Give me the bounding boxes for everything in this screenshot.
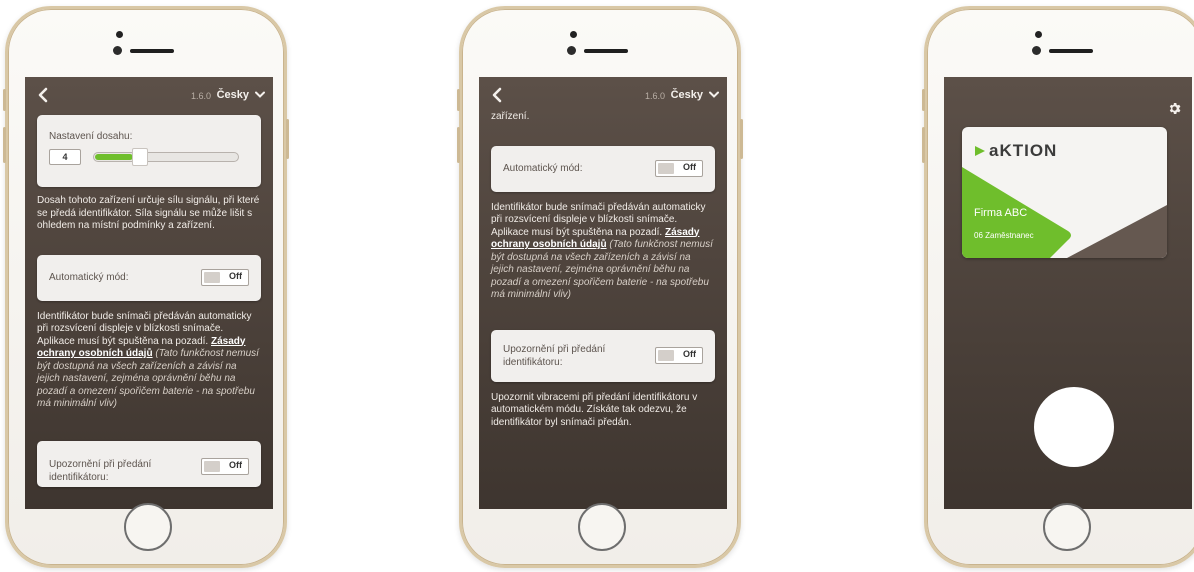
phone-frame-1: 1.6.0 Česky Nastavení dosahu: 4 Dosah to… [3, 6, 289, 568]
auto-mode-description: Identifikátor bude snímači předáván auto… [491, 202, 715, 302]
action-circle-button[interactable] [1034, 387, 1114, 467]
range-card: Nastavení dosahu: 4 [37, 115, 261, 187]
front-camera [1035, 31, 1042, 38]
app-version: 1.6.0 [190, 91, 211, 101]
notify-toggle[interactable]: Off [201, 457, 249, 475]
auto-mode-toggle[interactable]: Off [655, 160, 703, 177]
identifier-card[interactable]: aKTION Firma ABC 06 Zaměstnanec [962, 127, 1167, 258]
home-button[interactable] [578, 503, 626, 551]
notify-card: Upozornění při předání identifikátoru: O… [37, 440, 261, 487]
auto-mode-description: Identifikátor bude snímači předáván auto… [37, 311, 261, 411]
brand-play-icon [975, 146, 985, 156]
toggle-knob [658, 350, 674, 361]
earpiece-speaker [584, 49, 628, 53]
earpiece-speaker [130, 49, 174, 53]
front-camera [570, 31, 577, 38]
dropdown-chevron-icon[interactable] [255, 91, 265, 99]
top-bar: 1.6.0 Česky [25, 77, 273, 113]
range-value-box[interactable]: 4 [49, 149, 81, 165]
range-value: 4 [62, 152, 68, 162]
notify-label: Upozornění při předání identifikátoru: [503, 343, 606, 368]
range-description: Dosah tohoto zařízení určuje sílu signál… [37, 195, 260, 231]
auto-mode-label: Automatický mód: [503, 163, 583, 174]
volume-button [457, 127, 460, 163]
range-slider-handle[interactable] [132, 148, 148, 166]
power-button [286, 119, 289, 159]
back-chevron-icon[interactable] [489, 87, 505, 103]
auto-mode-toggle[interactable]: Off [201, 269, 249, 286]
earpiece-speaker [1049, 49, 1093, 53]
toggle-knob [658, 163, 674, 174]
sensor-dot [113, 46, 122, 55]
volume-button [922, 127, 925, 163]
company-name: Firma ABC [974, 207, 1028, 219]
toggle-label: Off [683, 162, 696, 172]
dropdown-chevron-icon[interactable] [709, 91, 719, 99]
settings-screen-1: 1.6.0 Česky Nastavení dosahu: 4 Dosah to… [25, 77, 273, 509]
toggle-label: Off [229, 271, 242, 281]
home-button[interactable] [1043, 503, 1091, 551]
notify-label: Upozornění při předání identifikátoru: [49, 458, 152, 483]
mute-switch [457, 89, 460, 111]
language-select[interactable]: Česky [217, 89, 249, 101]
identifier-screen: aKTION Firma ABC 06 Zaměstnanec [944, 77, 1192, 509]
notify-toggle[interactable]: Off [655, 347, 703, 364]
notify-card: Upozornění při předání identifikátoru: O… [491, 329, 715, 382]
auto-mode-card: Automatický mód: Off [37, 254, 261, 301]
sensor-dot [567, 46, 576, 55]
power-button [740, 119, 743, 159]
sensor-dot [1032, 46, 1041, 55]
phone-frame-3: aKTION Firma ABC 06 Zaměstnanec [922, 6, 1194, 568]
notify-description: Upozornit vibracemi při předání identifi… [491, 391, 698, 428]
gear-icon[interactable] [1167, 101, 1182, 116]
toggle-label: Off [683, 349, 696, 359]
mute-switch [3, 89, 6, 111]
auto-mode-label: Automatický mód: [49, 272, 129, 283]
toggle-knob [204, 272, 220, 283]
volume-button [3, 127, 6, 163]
brand-logo: aKTION [989, 141, 1058, 160]
mute-switch [922, 89, 925, 111]
top-bar: 1.6.0 Česky [479, 77, 727, 113]
app-version: 1.6.0 [644, 91, 665, 101]
language-select[interactable]: Česky [671, 89, 703, 101]
phone-frame-2: 1.6.0 Česky zařízení. Automatický mód: O… [457, 6, 743, 568]
back-chevron-icon[interactable] [35, 87, 51, 103]
employee-role: 06 Zaměstnanec [974, 231, 1034, 240]
front-camera [116, 31, 123, 38]
range-slider-fill [95, 154, 133, 160]
toggle-label: Off [229, 459, 242, 470]
home-button[interactable] [124, 503, 172, 551]
settings-screen-2: 1.6.0 Česky zařízení. Automatický mód: O… [479, 77, 727, 509]
range-slider[interactable] [93, 148, 239, 166]
toggle-knob [204, 460, 220, 472]
range-label: Nastavení dosahu: [49, 131, 133, 142]
auto-mode-card: Automatický mód: Off [491, 145, 715, 192]
